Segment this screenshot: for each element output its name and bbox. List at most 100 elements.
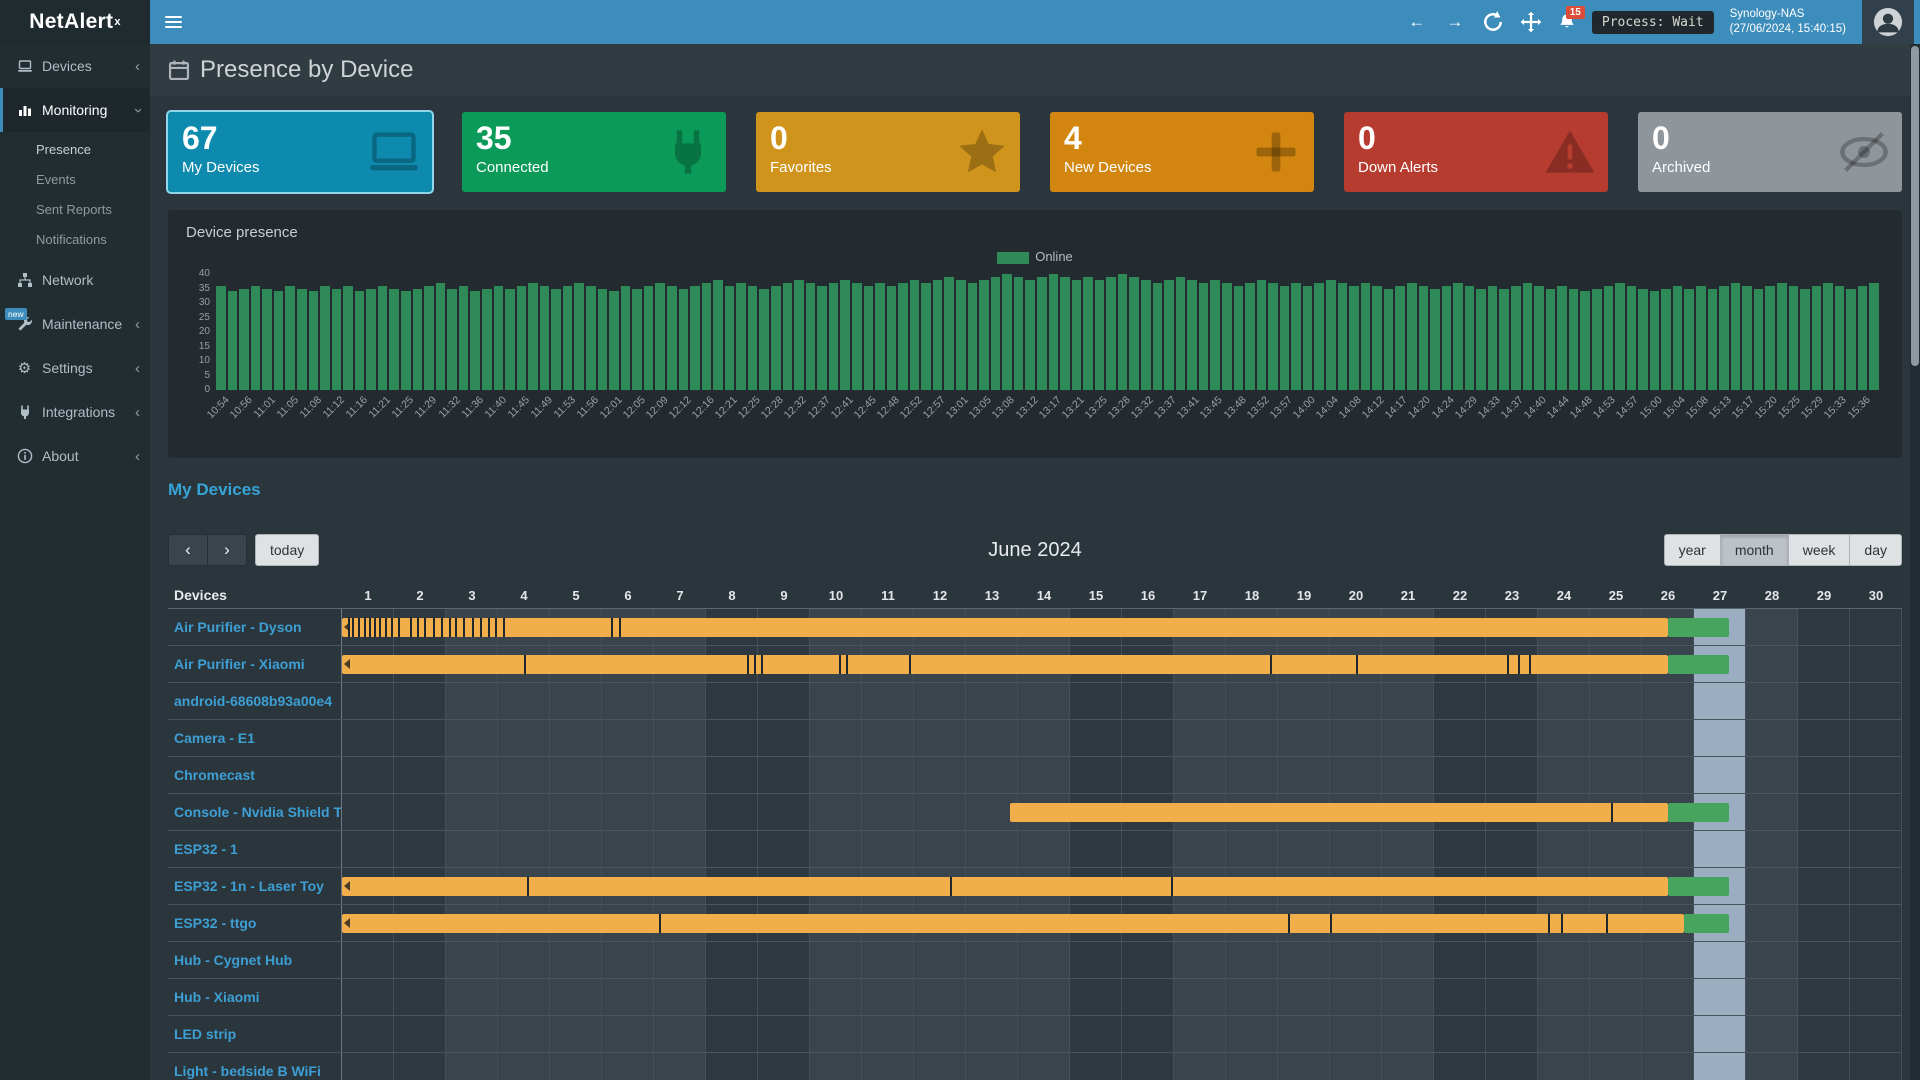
today-button[interactable]: today bbox=[255, 534, 319, 566]
presence-bar-online[interactable] bbox=[1010, 803, 1668, 822]
device-row: Air Purifier - Dyson bbox=[168, 609, 1902, 646]
sidebar-subitem-sent-reports[interactable]: Sent Reports bbox=[0, 194, 150, 224]
presence-bar-recent[interactable] bbox=[1668, 877, 1729, 896]
sidebar-item-network[interactable]: Network bbox=[0, 258, 150, 302]
device-timeline bbox=[342, 720, 1902, 756]
chart-x-label: 11:36 bbox=[459, 394, 486, 421]
chart-x-label: 13:08 bbox=[990, 394, 1017, 421]
stat-card-my-devices[interactable]: 67My Devices bbox=[168, 112, 432, 192]
chart-bar bbox=[759, 289, 769, 391]
presence-bar-recent[interactable] bbox=[1668, 618, 1729, 637]
chart-bar bbox=[1361, 283, 1371, 390]
offline-tick bbox=[1606, 914, 1608, 933]
view-button-week[interactable]: week bbox=[1788, 534, 1851, 566]
view-button-month[interactable]: month bbox=[1720, 534, 1789, 566]
presence-bar-online[interactable] bbox=[342, 914, 1684, 933]
prev-button[interactable]: ‹ bbox=[168, 534, 208, 566]
sidebar-subitem-events[interactable]: Events bbox=[0, 164, 150, 194]
sidebar-item-maintenance[interactable]: Maintenance‹new bbox=[0, 302, 150, 346]
offline-tick bbox=[1288, 914, 1290, 933]
chart-x-label: 13:57 bbox=[1267, 394, 1294, 421]
user-menu[interactable] bbox=[1862, 0, 1914, 44]
notifications-bell-icon[interactable]: 15 bbox=[1558, 13, 1576, 31]
device-name-cell: ESP32 - ttgo bbox=[168, 905, 342, 941]
device-link-esp32-ttgo[interactable]: ESP32 - ttgo bbox=[174, 915, 256, 931]
app-logo[interactable]: NetAlertx bbox=[0, 0, 150, 44]
presence-bar-online[interactable] bbox=[342, 618, 1668, 637]
stat-card-new-devices[interactable]: 4New Devices bbox=[1050, 112, 1314, 192]
view-button-day[interactable]: day bbox=[1849, 534, 1902, 566]
chart-bar bbox=[1754, 289, 1764, 391]
chart-bar bbox=[1164, 280, 1174, 390]
device-link-light-bedside-b-wifi[interactable]: Light - bedside B WiFi bbox=[174, 1063, 321, 1079]
device-link-hub-xiaomi[interactable]: Hub - Xiaomi bbox=[174, 989, 260, 1005]
sidebar-item-monitoring[interactable]: Monitoring‹ bbox=[0, 88, 150, 132]
page-scrollbar[interactable] bbox=[1910, 44, 1920, 1080]
device-link-chromecast[interactable]: Chromecast bbox=[174, 767, 255, 783]
device-link-air-purifier-dyson[interactable]: Air Purifier - Dyson bbox=[174, 619, 302, 635]
offline-tick bbox=[364, 618, 366, 637]
chart-bar bbox=[216, 286, 226, 390]
chart-bar bbox=[1245, 283, 1255, 390]
chart-x-label: 15:29 bbox=[1799, 394, 1826, 421]
device-link-esp32-1[interactable]: ESP32 - 1 bbox=[174, 841, 238, 857]
next-button[interactable]: › bbox=[207, 534, 247, 566]
presence-bar-recent[interactable] bbox=[1668, 655, 1729, 674]
chart-bar bbox=[1673, 286, 1683, 390]
chart-bar bbox=[852, 283, 862, 390]
sidebar-item-settings[interactable]: ⚙Settings‹ bbox=[0, 346, 150, 390]
move-icon[interactable] bbox=[1520, 11, 1542, 33]
device-link-led-strip[interactable]: LED strip bbox=[174, 1026, 236, 1042]
view-switcher: yearmonthweekday bbox=[1664, 534, 1902, 566]
refresh-icon[interactable] bbox=[1482, 11, 1504, 33]
presence-bar-recent[interactable] bbox=[1668, 803, 1729, 822]
device-link-esp32-1n-laser-toy[interactable]: ESP32 - 1n - Laser Toy bbox=[174, 878, 324, 894]
presence-bar-online[interactable] bbox=[342, 877, 1668, 896]
day-header-25: 25 bbox=[1590, 588, 1642, 603]
chart-bar bbox=[1060, 277, 1070, 390]
device-name-cell: ESP32 - 1 bbox=[168, 831, 342, 867]
offline-tick bbox=[358, 618, 360, 637]
timeline-overlay bbox=[342, 905, 1902, 941]
sidebar-item-about[interactable]: About‹ bbox=[0, 434, 150, 478]
device-link-console-nvidia-shield-tv[interactable]: Console - Nvidia Shield TV bbox=[174, 804, 342, 820]
chart-x-label: 10:56 bbox=[227, 394, 254, 421]
chart-x-label: 12:12 bbox=[667, 394, 694, 421]
device-timeline bbox=[342, 905, 1902, 941]
device-row: Camera - E1 bbox=[168, 720, 1902, 757]
scrollbar-thumb[interactable] bbox=[1911, 46, 1919, 366]
chart-bar bbox=[1488, 286, 1498, 390]
view-button-year[interactable]: year bbox=[1664, 534, 1721, 566]
chart-bar bbox=[401, 291, 411, 390]
device-link-air-purifier-xiaomi[interactable]: Air Purifier - Xiaomi bbox=[174, 656, 305, 672]
stat-card-connected[interactable]: 35Connected bbox=[462, 112, 726, 192]
chart-bar bbox=[690, 286, 700, 390]
chart-legend: Online bbox=[186, 249, 1884, 264]
sidebar-subitem-presence[interactable]: Presence bbox=[0, 134, 150, 164]
chart-bar bbox=[1153, 283, 1163, 390]
device-link-camera-e1[interactable]: Camera - E1 bbox=[174, 730, 255, 746]
chart-x-label: 14:12 bbox=[1360, 394, 1387, 421]
sidebar-item-integrations[interactable]: Integrations‹ bbox=[0, 390, 150, 434]
presence-bar-online[interactable] bbox=[342, 655, 1668, 674]
presence-bar-recent[interactable] bbox=[1684, 914, 1730, 933]
stat-card-favorites[interactable]: 0Favorites bbox=[756, 112, 1020, 192]
page-title: Presence by Device bbox=[200, 56, 413, 84]
sidebar-item-devices[interactable]: Devices‹ bbox=[0, 44, 150, 88]
offline-tick bbox=[369, 618, 371, 637]
nav-back-icon[interactable]: ← bbox=[1406, 11, 1428, 33]
chart-bar bbox=[748, 286, 758, 390]
offline-tick bbox=[495, 618, 497, 637]
sidebar-subitem-notifications[interactable]: Notifications bbox=[0, 224, 150, 254]
chart-bar bbox=[1257, 280, 1267, 390]
device-link-android-68608b93a00e4[interactable]: android-68608b93a00e4 bbox=[174, 693, 332, 709]
device-link-hub-cygnet-hub[interactable]: Hub - Cygnet Hub bbox=[174, 952, 292, 968]
sidebar-toggle-icon[interactable] bbox=[150, 0, 196, 44]
chart-x-label: 13:48 bbox=[1221, 394, 1248, 421]
nav-forward-icon[interactable]: → bbox=[1444, 11, 1466, 33]
eye-slash-icon bbox=[1838, 126, 1890, 178]
chart-bar bbox=[1465, 286, 1475, 390]
stat-card-down-alerts[interactable]: 0Down Alerts bbox=[1344, 112, 1608, 192]
chart-bar bbox=[1002, 274, 1012, 390]
stat-card-archived[interactable]: 0Archived bbox=[1638, 112, 1902, 192]
